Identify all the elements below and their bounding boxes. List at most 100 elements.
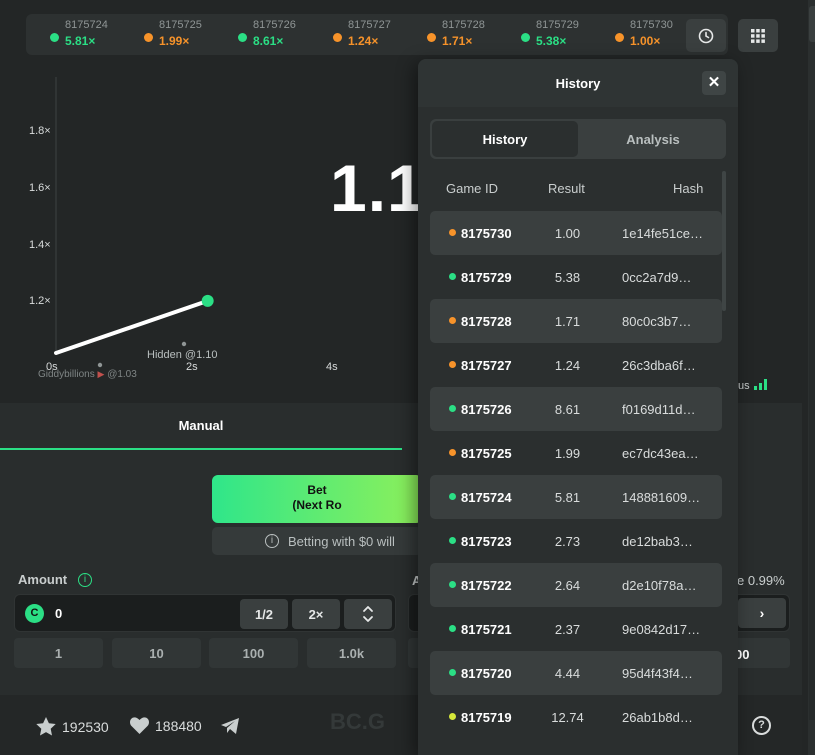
tab-analysis[interactable]: Analysis: [580, 121, 726, 157]
game-id: 8175721: [461, 622, 512, 637]
side-nub[interactable]: [809, 6, 815, 42]
result-dot: [449, 669, 456, 676]
game-id: 8175720: [461, 666, 512, 681]
recent-game-id: 8175728: [442, 19, 485, 31]
player-cashout: @1.03: [107, 369, 137, 380]
tab-history[interactable]: History: [432, 121, 578, 157]
recent-game-dot: [427, 33, 436, 42]
recent-game-dot: [50, 33, 59, 42]
flag-icon: ▶: [97, 369, 105, 379]
bet-button-label: Bet: [307, 483, 327, 497]
quick-amount-button[interactable]: 1: [14, 638, 103, 668]
recent-game-id: 8175727: [348, 19, 391, 31]
table-row[interactable]: 8175719 12.74 26ab1b8d…: [430, 695, 722, 739]
table-row[interactable]: 8175720 4.44 95d4f43f4…: [430, 651, 722, 695]
tab-manual[interactable]: Manual: [0, 403, 402, 450]
game-id: 8175725: [461, 446, 512, 461]
result-dot: [449, 713, 456, 720]
bet-note-text: Betting with $0 will: [288, 533, 395, 549]
recent-game-value: 5.81×: [65, 34, 96, 48]
result-dot: [449, 317, 456, 324]
coin-icon: C: [25, 604, 44, 623]
recent-game-id: 8175726: [253, 19, 296, 31]
recent-game-dot: [144, 33, 153, 42]
game-hash: 95d4f43f4…: [622, 666, 693, 681]
table-row[interactable]: 8175730 1.00 1e14fe51ce…: [430, 211, 722, 255]
history-table: 8175730 1.00 1e14fe51ce… 8175729 5.38 0cc2a7d…: [430, 211, 722, 739]
brand-watermark: BC.G: [330, 709, 385, 734]
cashout-marker: [181, 341, 187, 347]
recent-games-bar: 8175724 5.81× 8175725 1.99× 8175726 8.61…: [26, 14, 728, 55]
table-row[interactable]: 8175724 5.81 148881609…: [430, 475, 722, 519]
game-hash: f0169d11d…: [622, 402, 696, 417]
game-result: 2.73: [554, 534, 581, 549]
result-dot: [449, 361, 456, 368]
grid-menu-button[interactable]: [738, 19, 778, 52]
share-button[interactable]: [220, 717, 240, 735]
y-tick-label: 1.6×: [29, 182, 51, 194]
chevron-right-icon[interactable]: ›: [738, 598, 786, 628]
game-hash: d2e10f78a…: [622, 578, 697, 593]
bet-button[interactable]: Bet (Next Ro: [212, 475, 422, 523]
game-result: 1.99: [554, 446, 581, 461]
game-hash: 9e0842d17…: [622, 622, 701, 637]
game-result: 5.81: [554, 490, 581, 505]
stars-count[interactable]: 192530: [36, 717, 109, 736]
table-row[interactable]: 8175723 2.73 de12bab3…: [430, 519, 722, 563]
network-status[interactable]: tus: [735, 379, 769, 392]
column-header-game-id: Game ID: [446, 181, 499, 196]
result-dot: [449, 493, 456, 500]
recent-game-value: 1.24×: [348, 34, 379, 48]
side-panel-edge: [809, 120, 815, 720]
table-row[interactable]: 8175721 2.37 9e0842d17…: [430, 607, 722, 651]
recent-game-value: 1.71×: [442, 34, 473, 48]
scrollbar[interactable]: [722, 171, 726, 311]
y-tick-label: 1.8×: [29, 125, 51, 137]
amount-info-icon[interactable]: i: [78, 573, 92, 587]
game-result: 2.37: [554, 622, 581, 637]
game-id: 8175730: [461, 226, 512, 241]
table-row[interactable]: 8175726 8.61 f0169d11d…: [430, 387, 722, 431]
game-result: 12.74: [551, 710, 584, 725]
table-row[interactable]: 8175725 1.99 ec7dc43ea…: [430, 431, 722, 475]
game-hash: 148881609…: [622, 490, 701, 505]
quick-amount-button[interactable]: 100: [209, 638, 298, 668]
result-dot: [449, 405, 456, 412]
hidden-player-label: Hidden @1.10: [147, 349, 218, 361]
quick-amount-button[interactable]: 10: [112, 638, 201, 668]
game-result: 1.71: [554, 314, 581, 329]
table-row[interactable]: 8175727 1.24 26c3dba6f…: [430, 343, 722, 387]
recent-game-value: 1.99×: [159, 34, 190, 48]
clock-icon: [698, 28, 714, 43]
recent-game-id: 8175729: [536, 19, 579, 31]
result-dot: [449, 581, 456, 588]
table-row[interactable]: 8175729 5.38 0cc2a7d9…: [430, 255, 722, 299]
recent-game-dot: [615, 33, 624, 42]
amount-value: 0: [55, 606, 63, 621]
recent-game-id: 8175730: [630, 19, 673, 31]
history-toggle-button[interactable]: [686, 19, 726, 52]
amount-input[interactable]: C 0 1/2 2×: [14, 594, 396, 632]
telegram-icon: [221, 718, 239, 734]
help-icon[interactable]: ?: [752, 716, 771, 735]
game-hash: 0cc2a7d9…: [622, 270, 692, 285]
recent-game-id: 8175724: [65, 19, 108, 31]
current-multiplier: 1.1: [330, 151, 425, 225]
double-button[interactable]: 2×: [292, 599, 340, 629]
quick-amount-button[interactable]: 1.0k: [307, 638, 396, 668]
stepper-button[interactable]: [344, 599, 392, 629]
table-row[interactable]: 8175728 1.71 80c0c3b7…: [430, 299, 722, 343]
recent-game-id: 8175725: [159, 19, 202, 31]
bet-button-sublabel: (Next Ro: [292, 498, 342, 512]
close-icon[interactable]: ✕: [702, 71, 726, 95]
table-row[interactable]: 8175722 2.64 d2e10f78a…: [430, 563, 722, 607]
history-popup: History ✕ History Analysis Game ID Resul…: [418, 59, 738, 755]
popup-header: History ✕: [418, 59, 738, 107]
recent-game-value: 1.00×: [630, 34, 661, 48]
likes-count[interactable]: 188480: [130, 717, 202, 734]
game-result: 5.38: [554, 270, 581, 285]
game-id: 8175729: [461, 270, 512, 285]
stars-value: 192530: [62, 718, 109, 735]
recent-game-value: 5.38×: [536, 34, 567, 48]
half-button[interactable]: 1/2: [240, 599, 288, 629]
